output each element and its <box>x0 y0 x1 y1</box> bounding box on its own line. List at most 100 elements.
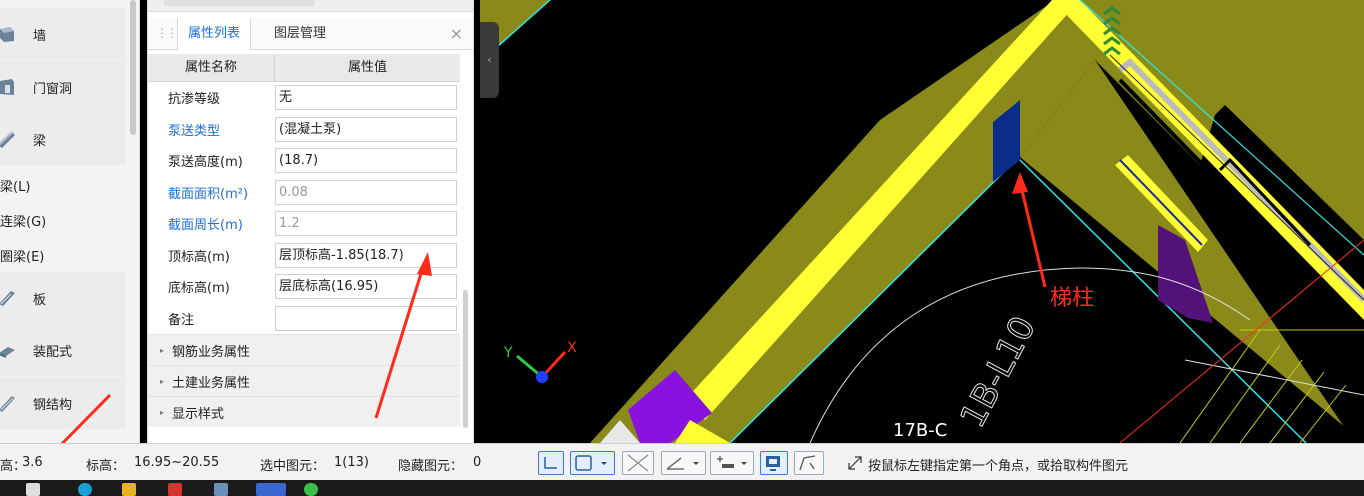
tree-category-steel-structure[interactable]: 钢结构 <box>0 377 126 429</box>
dynamic-input-toggle[interactable] <box>794 451 824 475</box>
property-value-field[interactable] <box>275 305 457 331</box>
cross-select-icon <box>627 454 649 472</box>
task-view-icon[interactable] <box>26 483 40 496</box>
file-explorer-icon[interactable] <box>122 483 136 496</box>
tab-property-list[interactable]: 属性列表 <box>177 18 252 50</box>
collapse-panel-handle[interactable]: ‹ <box>480 22 499 98</box>
expand-caret-icon: ▸ <box>160 407 165 417</box>
tree-scrollbar[interactable] <box>130 0 136 135</box>
tree-category-prefab[interactable]: 装配式 <box>0 324 126 376</box>
app-device-icon[interactable] <box>214 483 228 496</box>
app-red-icon[interactable] <box>168 483 182 496</box>
wall-icon <box>0 27 14 42</box>
tree-category-wall[interactable]: 墙 <box>0 8 126 60</box>
panel-top-strip <box>148 0 473 12</box>
property-row: 截面周长(m) 1.2 <box>148 208 460 240</box>
property-table: 属性名称 属性值 抗渗等级 无泵送类型 (混凝土泵) 泵送高度(m) (18.7) 截面面… <box>148 54 460 427</box>
selected-count-label: 选中图元： <box>260 459 326 474</box>
tree-category-door-window[interactable]: 门窗洞 <box>0 61 126 113</box>
orthogonal-toggle[interactable] <box>538 451 564 475</box>
property-group-label: 钢筋业务属性 <box>172 344 251 360</box>
steel-structure-icon <box>0 396 15 412</box>
cross-select-button[interactable] <box>622 451 654 475</box>
tab-layer-management[interactable]: 图层管理 <box>264 18 336 50</box>
tree-item-beam-l[interactable]: 梁(L) <box>0 176 30 195</box>
cad-drawing: 1B-L10 17B-C 梯柱 Y X <box>480 0 1364 443</box>
component-tree: 墙 门窗洞 梁 梁(L) 连梁(G) 圈梁(E) 板 装配式 钢结构 <box>0 0 140 443</box>
beam-icon <box>0 131 15 148</box>
expand-diagonal-icon <box>848 456 862 470</box>
hidden-count-value: 0 <box>473 455 482 470</box>
offset-dropdown[interactable] <box>710 451 754 475</box>
property-row: 泵送高度(m) (18.7) <box>148 145 460 177</box>
property-group[interactable]: ▸ 钢筋业务属性 <box>148 334 460 365</box>
property-group[interactable]: ▸ 土建业务属性 <box>148 365 460 396</box>
angle-icon <box>666 457 699 470</box>
drag-handle-icon[interactable]: ⋮⋮ <box>156 26 178 40</box>
command-hint: 按鼠标左键指定第一个角点，或拾取构件图元 <box>868 459 1129 474</box>
property-value-field[interactable]: 1.2 <box>275 211 457 237</box>
select-mode-dropdown[interactable] <box>570 451 615 475</box>
expand-caret-icon: ▸ <box>160 345 165 355</box>
panel-tab-bar: ⋮⋮ 属性列表 图层管理 × <box>148 18 473 50</box>
property-row: 顶标高(m) 层顶标高-1.85(18.7) <box>148 240 460 272</box>
property-name: 泵送类型 <box>168 123 221 139</box>
elevation-label: 标高： <box>86 459 126 474</box>
property-name: 泵送高度(m) <box>168 155 243 171</box>
offset-icon <box>717 456 747 468</box>
property-group-label: 显示样式 <box>172 406 225 422</box>
property-row: 泵送类型 (混凝土泵) <box>148 114 460 146</box>
property-name: 底标高(m) <box>168 281 230 297</box>
app-active-icon[interactable] <box>256 483 286 496</box>
prefab-icon <box>0 347 15 358</box>
status-bar: 高： 3.6 标高： 16.95~20.55 选中图元： 1(13) 隐藏图元：… <box>0 443 1364 480</box>
property-name: 抗渗等级 <box>168 92 221 108</box>
property-value-field[interactable]: 层底标高(16.95) <box>275 274 457 300</box>
dynamic-input-icon <box>799 455 816 471</box>
elevation-value: 16.95~20.55 <box>134 455 220 470</box>
axis-grid-label: 17B-C <box>893 420 947 441</box>
tree-category-beam[interactable]: 梁 <box>0 113 126 165</box>
taskbar <box>0 480 1364 496</box>
property-row: 底标高(m) 层底标高(16.95) <box>148 271 460 303</box>
expand-caret-icon: ▸ <box>160 376 165 386</box>
property-value-field[interactable]: (18.7) <box>275 148 457 174</box>
close-icon[interactable]: × <box>450 24 463 43</box>
angle-snap-dropdown[interactable] <box>661 451 706 475</box>
tree-category-slab[interactable]: 板 <box>0 272 126 324</box>
selected-count-value: 1(13) <box>334 455 369 470</box>
property-value-field[interactable]: (混凝土泵) <box>275 116 457 142</box>
property-panel: ⋮⋮ 属性列表 图层管理 × 属性名称 属性值 抗渗等级无泵送类型 (混凝土泵) 泵… <box>147 0 474 443</box>
slab-icon <box>0 291 15 306</box>
svg-text:X: X <box>567 340 577 356</box>
property-row: 截面面积(m²) 0.08 <box>148 177 460 209</box>
property-row: 备注 <box>148 303 460 335</box>
hidden-count-label: 隐藏图元： <box>398 459 464 474</box>
property-name: 顶标高(m) <box>168 249 230 265</box>
column-header-value: 属性值 <box>347 60 387 75</box>
annotation-text: 梯柱 <box>1050 286 1094 311</box>
drawing-viewport[interactable]: 1B-L10 17B-C 梯柱 Y X <box>480 0 1364 443</box>
property-group[interactable]: ▸ 显示样式 <box>148 396 460 427</box>
tree-item-ring-beam-e[interactable]: 圈梁(E) <box>0 246 44 265</box>
property-name: 备注 <box>168 312 195 328</box>
property-value-field[interactable]: 无 <box>275 85 457 111</box>
property-name: 截面面积(m²) <box>168 186 249 202</box>
ucs-axis-indicator: Y X <box>503 340 577 383</box>
property-group-label: 土建业务属性 <box>172 375 251 391</box>
display-icon <box>766 456 780 471</box>
tree-item-link-beam-g[interactable]: 连梁(G) <box>0 211 46 230</box>
app-green-icon[interactable] <box>304 483 318 496</box>
property-value-field[interactable]: 层顶标高-1.85(18.7) <box>275 242 457 268</box>
door-window-icon <box>0 79 14 95</box>
property-value-field[interactable]: 0.08 <box>275 179 457 205</box>
display-toggle[interactable] <box>760 451 788 475</box>
property-name: 截面周长(m) <box>168 218 243 234</box>
property-table-header: 属性名称 属性值 <box>148 54 460 82</box>
floor-height-value: 3.6 <box>22 455 43 470</box>
panel-scrollbar[interactable] <box>463 290 468 428</box>
svg-text:Y: Y <box>503 345 513 361</box>
browser-icon[interactable] <box>78 483 92 496</box>
rect-select-icon <box>575 455 607 471</box>
orthogonal-icon <box>544 457 557 469</box>
